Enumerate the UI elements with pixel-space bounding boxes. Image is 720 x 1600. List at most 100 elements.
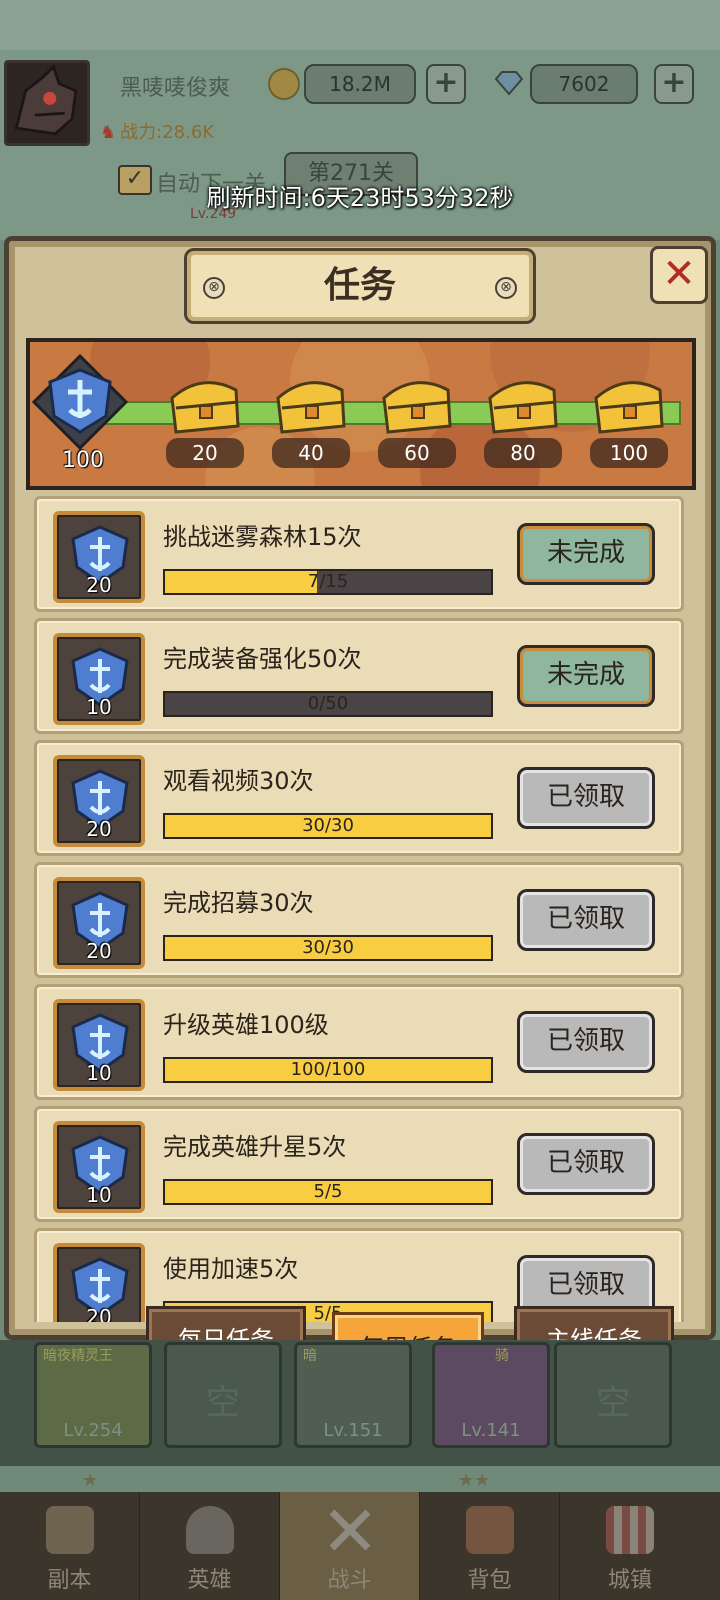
task-row: 10 完成装备强化50次 0/50 未完成 xyxy=(34,618,684,734)
task-progress-bar: 5/5 xyxy=(163,1179,493,1205)
player-name: 黑唛唛俊爽 xyxy=(120,76,231,101)
task-progress-bar: 7/15 xyxy=(163,569,493,595)
treasure-chest-icon[interactable] xyxy=(162,368,246,438)
task-progress-text: 30/30 xyxy=(302,937,354,958)
treasure-chest-icon[interactable] xyxy=(374,368,458,438)
combat-power: ♞ 战力:28.6K xyxy=(100,118,214,144)
hero-name: 暗 xyxy=(303,1348,317,1364)
task-progress-bar: 30/30 xyxy=(163,813,493,839)
refresh-timer: 刷新时间:6天23时53分32秒 xyxy=(206,184,514,212)
task-status-button[interactable]: 已领取 xyxy=(517,1011,655,1073)
nav-label: 城镇 xyxy=(607,1568,652,1593)
hero-name: 暗夜精灵王 xyxy=(43,1348,113,1364)
task-name: 完成英雄升星5次 xyxy=(163,1133,347,1161)
panel-title: 任务 xyxy=(323,265,396,306)
hero-level: Lv.151 xyxy=(323,1420,383,1441)
task-status-button[interactable]: 未完成 xyxy=(517,645,655,707)
task-reward-points: 10 xyxy=(86,1183,112,1207)
nav-heroes[interactable]: 英雄 xyxy=(140,1492,280,1600)
hero-slot[interactable]: 骑 Lv.141 xyxy=(432,1342,550,1448)
task-status-button[interactable]: 已领取 xyxy=(517,889,655,951)
hero-slot-empty[interactable]: 空 xyxy=(554,1342,672,1448)
nav-dungeon[interactable]: 副本 xyxy=(0,1492,140,1600)
task-name: 挑战迷雾森林15次 xyxy=(163,523,362,551)
power-icon: ♞ xyxy=(100,122,117,143)
gold-coin-icon xyxy=(268,68,300,100)
treasure-chest-icon[interactable] xyxy=(480,368,564,438)
activity-points: 100 xyxy=(62,448,104,473)
task-name: 观看视频30次 xyxy=(163,767,314,795)
task-reward-box: 10 xyxy=(53,999,145,1091)
treasure-chest-icon[interactable] xyxy=(268,368,352,438)
task-progress-text: 30/30 xyxy=(302,815,354,836)
hero-name: 骑 xyxy=(495,1348,509,1364)
helmet-icon xyxy=(186,1506,234,1554)
task-reward-box: 10 xyxy=(53,633,145,725)
milestone-threshold: 20 xyxy=(166,438,244,468)
task-status-button[interactable]: 未完成 xyxy=(517,523,655,585)
milestone-threshold: 40 xyxy=(272,438,350,468)
empty-slot-label: 空 xyxy=(596,1383,630,1423)
player-avatar[interactable] xyxy=(4,60,90,146)
task-name: 使用加速5次 xyxy=(163,1255,299,1283)
task-progress-text: 100/100 xyxy=(290,1059,366,1080)
map-icon xyxy=(46,1506,94,1554)
task-reward-points: 20 xyxy=(86,817,112,841)
treasure-chest-icon[interactable] xyxy=(586,368,670,438)
nav-label: 英雄 xyxy=(187,1568,232,1593)
avatar-creature-icon xyxy=(14,64,78,136)
gold-amount: 18.2M xyxy=(304,64,416,104)
milestone-threshold: 80 xyxy=(484,438,562,468)
bottom-nav: 副本 英雄 战斗 背包 城镇 xyxy=(0,1492,720,1600)
task-reward-box: 20 xyxy=(53,511,145,603)
task-reward-points: 20 xyxy=(86,1305,112,1322)
nav-town[interactable]: 城镇 xyxy=(560,1492,700,1600)
task-progress-bar: 0/50 xyxy=(163,691,493,717)
close-button[interactable]: ✕ xyxy=(650,246,708,304)
task-reward-points: 10 xyxy=(86,1061,112,1085)
nav-battle[interactable]: 战斗 xyxy=(280,1492,420,1600)
task-status-button[interactable]: 已领取 xyxy=(517,1133,655,1195)
milestone-threshold: 60 xyxy=(378,438,456,468)
star-icon: ★★ xyxy=(458,1470,491,1491)
activity-shield-icon xyxy=(32,354,128,450)
bolt-icon: ⊗ xyxy=(495,277,517,299)
task-progress-text: 7/15 xyxy=(307,571,349,592)
task-name: 升级英雄100级 xyxy=(163,1011,329,1039)
task-row: 10 升级英雄100级 100/100 已领取 xyxy=(34,984,684,1100)
task-reward-points: 10 xyxy=(86,695,112,719)
nav-label: 副本 xyxy=(47,1568,92,1593)
gem-amount: 7602 xyxy=(530,64,638,104)
combat-power-label: 战力:28.6K xyxy=(120,122,215,143)
task-reward-points: 20 xyxy=(86,573,112,597)
hero-roster: 暗夜精灵王 Lv.254 空 暗 Lv.151 骑 Lv.141 空 xyxy=(0,1340,720,1466)
nav-backpack[interactable]: 背包 xyxy=(420,1492,560,1600)
hero-slot[interactable]: 暗夜精灵王 Lv.254 xyxy=(34,1342,152,1448)
milestone-threshold: 100 xyxy=(590,438,668,468)
task-name: 完成招募30次 xyxy=(163,889,314,917)
nav-label: 背包 xyxy=(467,1568,512,1593)
task-reward-box: 20 xyxy=(53,1243,145,1322)
task-row: 20 挑战迷雾森林15次 7/15 未完成 xyxy=(34,496,684,612)
top-strip xyxy=(0,0,720,50)
game-screen: 黑唛唛俊爽 ♞ 战力:28.6K 18.2M + 7602 + ✓ 自动下一关 第… xyxy=(0,0,720,1600)
panel-title-plate: ⊗ 任务 ⊗ xyxy=(184,248,536,324)
task-reward-box: 10 xyxy=(53,1121,145,1213)
task-progress-bar: 100/100 xyxy=(163,1057,493,1083)
hero-slot-empty[interactable]: 空 xyxy=(164,1342,282,1448)
add-gems-button[interactable]: + xyxy=(654,64,694,104)
backpack-icon xyxy=(466,1506,514,1554)
empty-slot-label: 空 xyxy=(206,1383,240,1423)
task-name: 完成装备强化50次 xyxy=(163,645,362,673)
hero-level: Lv.141 xyxy=(461,1420,521,1441)
task-list[interactable]: 20 挑战迷雾森林15次 7/15 未完成 10 完成装备强化50次 0/50 未完成 20 观看… xyxy=(34,496,684,1322)
task-progress-text: 0/50 xyxy=(307,693,349,714)
task-row: 10 完成英雄升星5次 5/5 已领取 xyxy=(34,1106,684,1222)
hero-level: Lv.254 xyxy=(63,1420,123,1441)
nav-label: 战斗 xyxy=(327,1568,372,1593)
player-hud: 黑唛唛俊爽 ♞ 战力:28.6K 18.2M + 7602 + xyxy=(0,56,720,146)
task-status-button[interactable]: 已领取 xyxy=(517,767,655,829)
task-progress-bar: 30/30 xyxy=(163,935,493,961)
hero-slot[interactable]: 暗 Lv.151 xyxy=(294,1342,412,1448)
add-gold-button[interactable]: + xyxy=(426,64,466,104)
